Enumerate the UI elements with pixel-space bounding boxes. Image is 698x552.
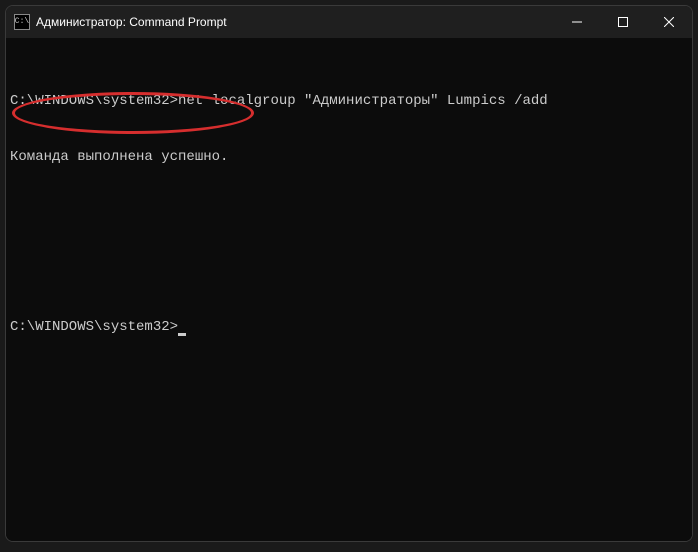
titlebar-left: C:\ Администратор: Command Prompt xyxy=(14,14,227,30)
command-text: net localgroup "Администраторы" Lumpics … xyxy=(178,93,548,109)
terminal-line: C:\WINDOWS\system32> xyxy=(10,318,688,337)
maximize-icon xyxy=(618,17,628,27)
close-button[interactable] xyxy=(646,6,692,38)
prompt-text: C:\WINDOWS\system32> xyxy=(10,319,178,335)
terminal-line: C:\WINDOWS\system32>net localgroup "Адми… xyxy=(10,92,688,111)
terminal-line: Команда выполнена успешно. xyxy=(10,148,688,167)
command-prompt-window: C:\ Администратор: Command Prompt C:\WIN… xyxy=(5,5,693,542)
cmd-icon: C:\ xyxy=(14,14,30,30)
titlebar[interactable]: C:\ Администратор: Command Prompt xyxy=(6,6,692,38)
terminal-line xyxy=(10,262,688,281)
scrollbar[interactable] xyxy=(678,38,692,541)
terminal-area[interactable]: C:\WINDOWS\system32>net localgroup "Адми… xyxy=(6,38,692,541)
minimize-icon xyxy=(572,17,582,27)
terminal-line xyxy=(10,205,688,224)
titlebar-controls xyxy=(554,6,692,38)
prompt-text: C:\WINDOWS\system32> xyxy=(10,93,178,109)
minimize-button[interactable] xyxy=(554,6,600,38)
maximize-button[interactable] xyxy=(600,6,646,38)
cursor-icon xyxy=(178,333,186,336)
close-icon xyxy=(664,17,674,27)
window-title: Администратор: Command Prompt xyxy=(36,15,227,29)
output-text: Команда выполнена успешно. xyxy=(10,149,228,165)
